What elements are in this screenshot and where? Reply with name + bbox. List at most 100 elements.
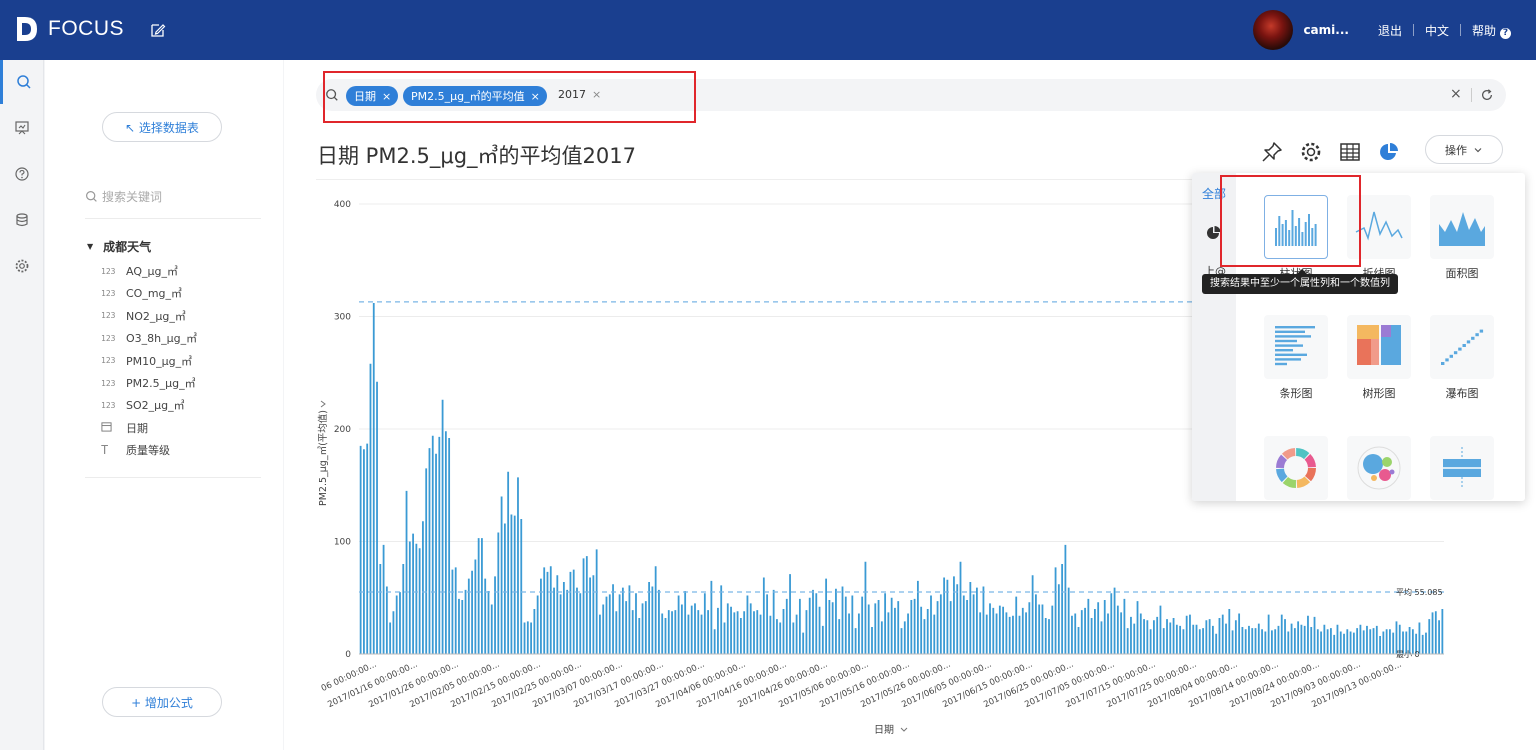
chevron-down-icon	[1474, 147, 1482, 152]
avatar[interactable]	[1253, 10, 1294, 50]
chart-type-option[interactable]	[1430, 195, 1494, 259]
bar	[661, 613, 664, 654]
bar	[1261, 629, 1263, 654]
add-formula-button[interactable]: + 增加公式	[102, 687, 222, 717]
table-node[interactable]: ▼ 成都天气	[87, 238, 151, 255]
bar	[1215, 633, 1218, 654]
bar	[1054, 567, 1057, 654]
bar	[451, 569, 454, 654]
chart-type-option[interactable]	[1264, 436, 1328, 500]
bar	[926, 609, 929, 654]
bar	[772, 589, 775, 654]
bar	[530, 622, 532, 654]
select-table-button[interactable]: ↖ 选择数据表	[102, 112, 222, 142]
column-item[interactable]: 123 PM2.5_μg_㎥	[101, 375, 196, 391]
bar	[972, 594, 975, 654]
bar	[1343, 633, 1345, 654]
bar	[1120, 612, 1123, 654]
chevron-down-icon	[900, 727, 908, 732]
pin-icon[interactable]	[1260, 140, 1284, 164]
chart-type-label: 瀑布图	[1445, 387, 1479, 400]
bar	[959, 561, 962, 654]
bar	[579, 593, 582, 654]
bar	[494, 576, 496, 654]
bar	[1097, 602, 1100, 654]
bar	[618, 594, 621, 654]
username[interactable]: cami...	[1303, 23, 1349, 37]
clear-search-icon[interactable]: ×	[1450, 86, 1462, 102]
column-item[interactable]: T 质量等级	[101, 442, 170, 458]
column-item[interactable]: 123 CO_mg_㎥	[101, 285, 182, 301]
bar	[1123, 598, 1126, 654]
rail-settings[interactable]	[0, 244, 44, 288]
bar	[562, 582, 565, 654]
column-item[interactable]: 123 O3_8h_μg_㎥	[101, 330, 197, 346]
logout-link[interactable]: 退出	[1367, 22, 1413, 39]
bar	[769, 615, 772, 654]
bar	[877, 600, 880, 654]
column-item[interactable]: 123 AQ_μg_㎥	[101, 263, 178, 279]
rail-search[interactable]	[0, 60, 44, 104]
keyword-search-placeholder: 搜索关键词	[102, 190, 163, 204]
chart-type-option[interactable]	[1347, 436, 1411, 500]
bar	[497, 532, 500, 654]
settings-icon[interactable]	[1299, 140, 1323, 164]
bar	[776, 619, 778, 654]
rail-dashboard[interactable]	[0, 106, 44, 150]
bar	[746, 595, 749, 654]
bar	[1320, 631, 1322, 654]
bar	[1146, 620, 1149, 654]
column-item[interactable]: 123 SO2_μg_㎥	[101, 397, 185, 413]
column-item[interactable]: 日期	[101, 420, 148, 436]
bar	[700, 614, 703, 654]
edit-icon[interactable]	[150, 22, 166, 38]
column-name: 日期	[126, 421, 148, 435]
bar	[687, 614, 690, 654]
bar	[422, 521, 424, 654]
bar	[1139, 613, 1142, 654]
keyword-search[interactable]: 搜索关键词	[85, 188, 260, 205]
settings-icon	[15, 259, 29, 273]
operations-button[interactable]: 操作	[1425, 135, 1503, 164]
bar	[962, 595, 965, 654]
chart-type-option[interactable]	[1430, 315, 1494, 379]
bar	[1438, 620, 1440, 654]
table-view-icon[interactable]	[1338, 140, 1362, 164]
bar	[969, 582, 972, 654]
bar	[736, 611, 739, 654]
language-link[interactable]: 中文	[1414, 22, 1460, 39]
bar	[536, 595, 539, 654]
pie-chart-icon[interactable]	[1377, 140, 1401, 164]
bar	[382, 544, 385, 654]
bar	[1333, 634, 1336, 654]
bar	[1254, 628, 1257, 654]
column-item[interactable]: 123 NO2_μg_㎥	[101, 308, 186, 324]
bar	[844, 596, 847, 654]
bar	[481, 538, 483, 654]
bar	[730, 606, 732, 654]
highlight-box	[323, 71, 696, 123]
bar	[1110, 593, 1113, 654]
bar	[854, 628, 857, 654]
bar	[1179, 625, 1182, 654]
bar	[884, 593, 887, 654]
help-link[interactable]: 帮助?	[1461, 22, 1522, 39]
refresh-icon[interactable]	[1480, 88, 1494, 102]
bar	[526, 621, 529, 654]
column-name: O3_8h_μg_㎥	[126, 332, 198, 346]
column-item[interactable]: 123 PM10_μg_㎥	[101, 353, 192, 369]
bar	[766, 594, 769, 654]
bar	[900, 628, 903, 654]
bar	[1107, 613, 1109, 654]
bar	[723, 622, 726, 654]
column-name: CO_mg_㎥	[126, 287, 183, 301]
chart-type-option[interactable]	[1430, 436, 1494, 500]
bar	[556, 575, 559, 654]
chart-type-option[interactable]	[1347, 315, 1411, 379]
y-tick-label: 200	[334, 425, 351, 435]
number-type-icon: 123	[101, 378, 116, 388]
chart-type-option[interactable]	[1264, 315, 1328, 379]
brand-logo[interactable]: FOCUS	[14, 14, 124, 44]
rail-data[interactable]	[0, 198, 44, 242]
rail-help[interactable]	[0, 152, 44, 196]
